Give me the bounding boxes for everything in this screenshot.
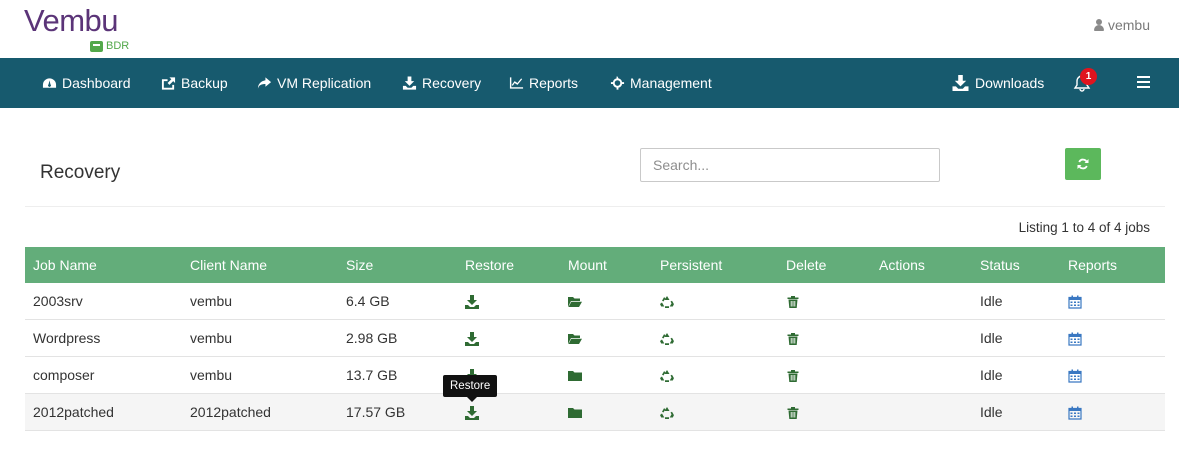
cell-status: Idle [980,367,1003,383]
persistent-recycle-icon[interactable] [660,369,674,383]
top-header: Vembu BDR vembu [0,0,1179,58]
delete-trash-icon[interactable] [786,406,800,420]
nav-backup-label: Backup [181,75,228,91]
col-status: Status [980,257,1020,273]
persistent-recycle-icon[interactable] [660,332,674,346]
nav-downloads-label: Downloads [975,75,1045,91]
notification-badge: 1 [1080,68,1097,85]
restore-download-icon[interactable] [465,406,479,420]
user-icon [1093,19,1104,31]
nav-downloads[interactable]: Downloads [951,58,1044,108]
nav-recovery-label: Recovery [422,75,482,91]
mount-folder-open-icon[interactable] [568,332,582,346]
nav-management[interactable]: Management [610,58,712,108]
user-menu[interactable]: vembu [1093,17,1150,33]
nav-management-label: Management [630,75,712,91]
logo-sub-text: BDR [106,40,130,52]
listing-count: Listing 1 to 4 of 4 jobs [1018,220,1150,235]
cell-size: 13.7 GB [346,367,398,383]
cell-client-name: vembu [190,293,233,309]
nav-dashboard[interactable]: Dashboard [42,58,131,108]
table-row: Wordpress vembu 2.98 GB Idle [25,320,1165,357]
nav-dashboard-label: Dashboard [62,75,131,91]
col-size: Size [346,257,374,273]
restore-download-icon[interactable] [465,295,479,309]
recovery-jobs-table: Job Name Client Name Size Restore Mount … [25,247,1165,431]
cell-status: Idle [980,330,1003,346]
nav-vm-replication[interactable]: VM Replication [257,58,371,108]
col-persistent: Persistent [660,257,723,273]
cell-job-name: 2012patched [33,404,114,420]
user-name: vembu [1107,17,1150,33]
nav-reports-label: Reports [529,75,579,91]
col-job-name: Job Name [33,257,97,273]
main-navbar: Dashboard Backup VM Replication Recovery… [0,58,1179,108]
persistent-recycle-icon[interactable] [660,406,674,420]
table-row: 2012patched 2012patched 17.57 GB Idle [25,394,1165,431]
cell-job-name: 2003srv [33,293,83,309]
restore-tooltip: Restore [443,375,498,402]
table-header: Job Name Client Name Size Restore Mount … [25,247,1165,283]
col-reports: Reports [1068,257,1118,273]
bdr-box-icon [90,40,103,52]
cell-client-name: 2012patched [190,404,271,420]
col-delete: Delete [786,257,827,273]
cell-size: 2.98 GB [346,330,398,346]
refresh-icon [1077,158,1089,170]
cell-job-name: Wordpress [33,330,101,346]
col-restore: Restore [465,257,515,273]
delete-trash-icon[interactable] [786,295,800,309]
table-body: 2003srv vembu 6.4 GB Idle Wordpress vembu 2.98… [25,283,1165,431]
cell-client-name: vembu [190,367,233,383]
restore-download-icon[interactable] [465,332,479,346]
share-icon [161,77,176,90]
cell-size: 17.57 GB [346,404,406,420]
nav-recovery[interactable]: Recovery [402,58,481,108]
persistent-recycle-icon[interactable] [660,295,674,309]
page-title: Recovery [40,162,121,183]
download-icon [952,75,969,91]
mount-folder-open-icon[interactable] [568,295,582,309]
dashboard-icon [42,78,57,88]
reports-calendar-icon[interactable] [1068,369,1082,383]
nav-backup[interactable]: Backup [161,58,228,108]
cell-size: 6.4 GB [346,293,390,309]
download-icon [402,76,417,90]
reply-arrow-icon [257,77,272,89]
logo-badge: BDR [90,40,129,52]
cell-job-name: composer [33,367,95,383]
mount-folder-icon[interactable] [568,406,582,420]
mount-folder-icon[interactable] [568,369,582,383]
table-row: 2003srv vembu 6.4 GB Idle [25,283,1165,320]
col-client-name: Client Name [190,257,268,273]
search-input[interactable] [640,148,940,182]
vembu-logo[interactable]: Vembu BDR [24,4,134,56]
cell-status: Idle [980,293,1003,309]
nav-reports[interactable]: Reports [509,58,578,108]
cell-status: Idle [980,404,1003,420]
delete-trash-icon[interactable] [786,332,800,346]
logo-text: Vembu [24,3,119,38]
nav-vm-replication-label: VM Replication [277,75,372,91]
reports-calendar-icon[interactable] [1068,406,1082,420]
col-mount: Mount [568,257,607,273]
hamburger-menu-icon[interactable] [1137,76,1151,88]
reports-calendar-icon[interactable] [1068,332,1082,346]
line-chart-icon [509,77,524,89]
refresh-button[interactable] [1065,148,1101,180]
cell-client-name: vembu [190,330,233,346]
delete-trash-icon[interactable] [786,369,800,383]
table-row: composer vembu 13.7 GB Idle [25,357,1165,394]
col-actions: Actions [879,257,925,273]
header-divider [25,206,1165,207]
reports-calendar-icon[interactable] [1068,295,1082,309]
crosshair-icon [610,76,625,90]
